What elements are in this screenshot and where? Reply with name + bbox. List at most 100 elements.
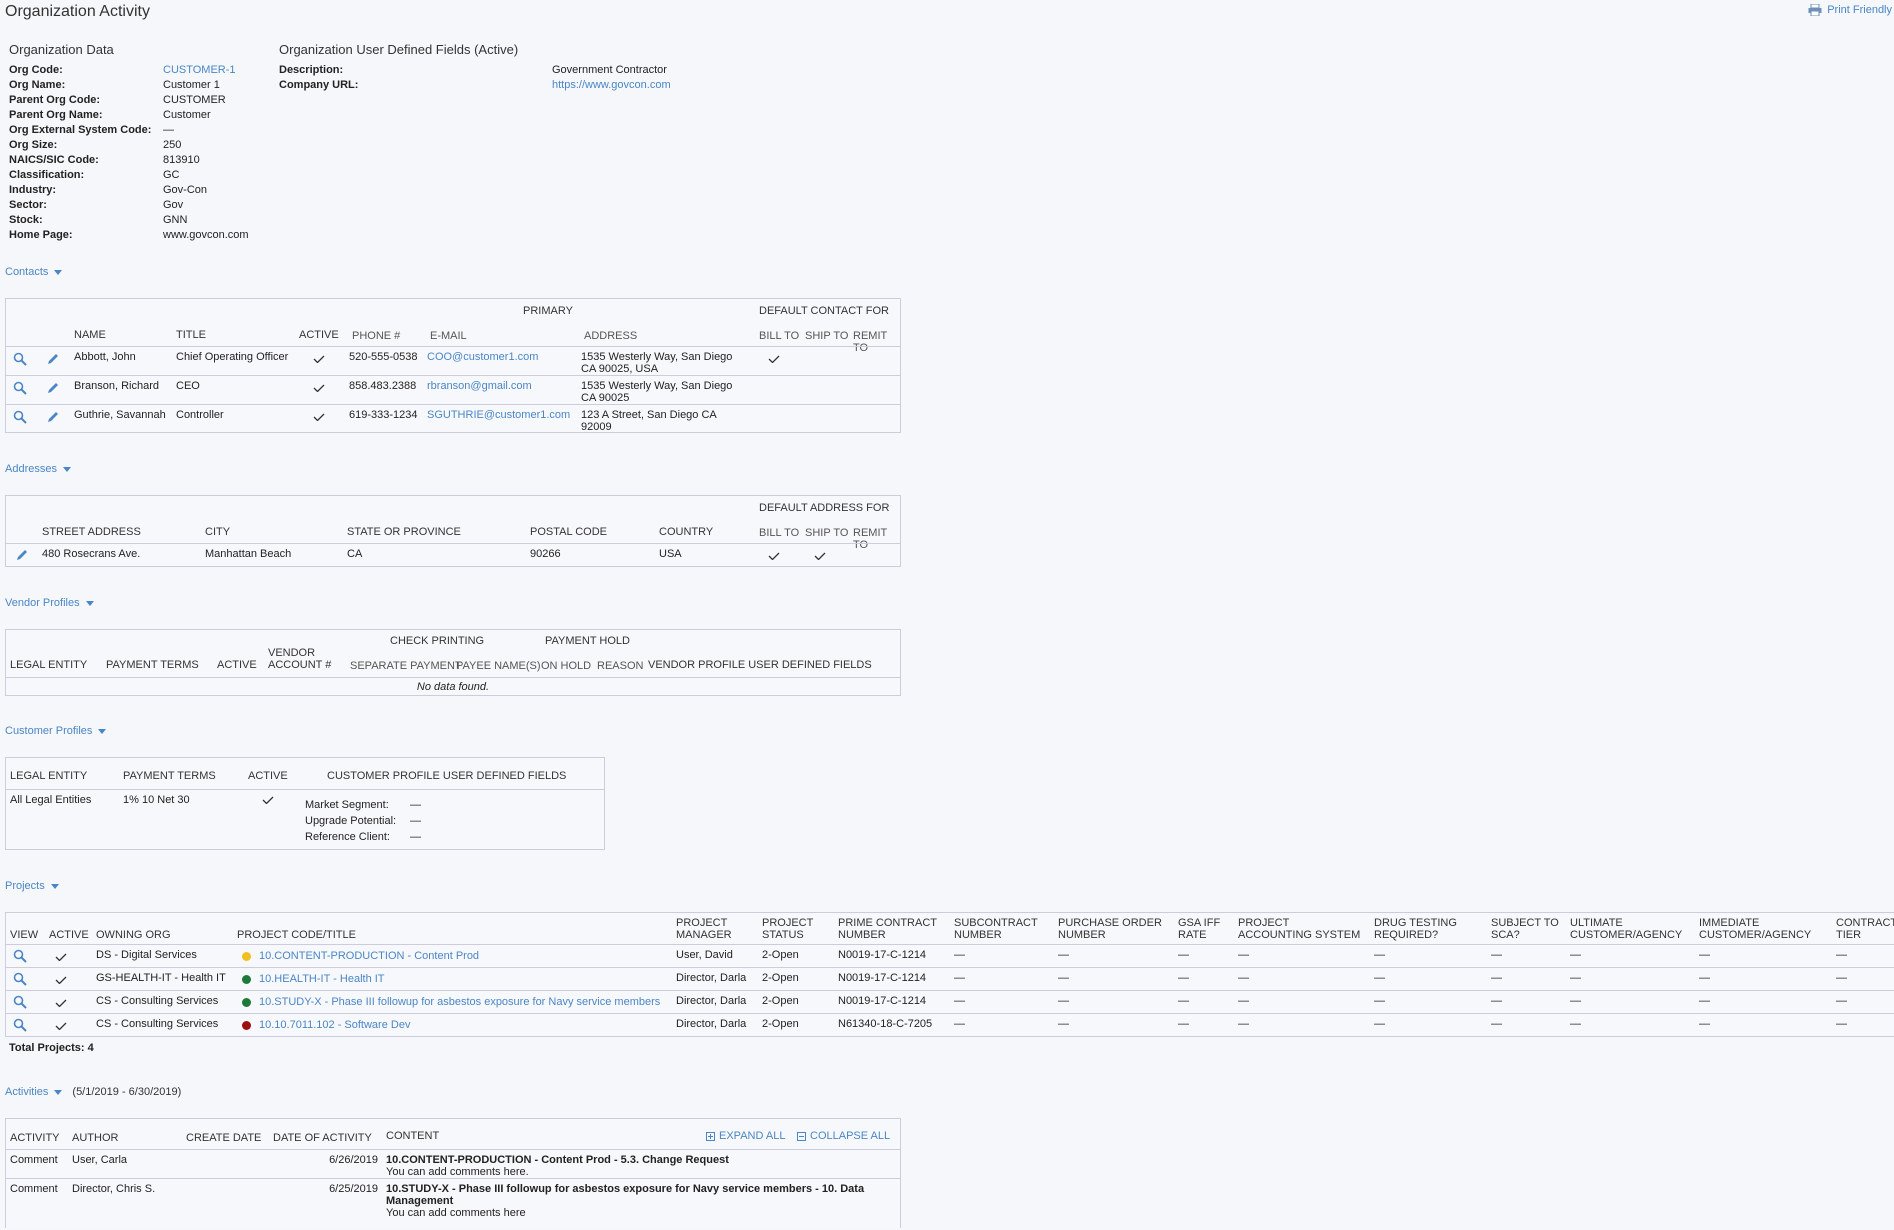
empty-value: — — [1178, 1018, 1189, 1030]
org-field-label: Industry: — [9, 184, 57, 196]
expand-all-button[interactable]: EXPAND ALL — [706, 1130, 785, 1142]
col-customer-udf: CUSTOMER PROFILE USER DEFINED FIELDS — [327, 770, 567, 782]
edit-icon[interactable] — [46, 381, 60, 395]
activity-row[interactable]: Comment Director, Chris S. 6/25/2019 10.… — [6, 1178, 900, 1230]
org-field-row: Stock: GNN — [9, 213, 269, 228]
collapse-all-button[interactable]: COLLAPSE ALL — [797, 1130, 890, 1142]
project-code-link[interactable]: 10.STUDY-X - Phase III followup for asbe… — [259, 996, 660, 1008]
empty-value: — — [1058, 1018, 1069, 1030]
project-code-link[interactable]: 10.HEALTH-IT - Health IT — [259, 973, 385, 985]
contact-email-link[interactable]: rbranson@gmail.com — [427, 380, 532, 392]
chevron-down-icon — [50, 883, 59, 889]
addresses-toggle[interactable]: Addresses — [5, 463, 71, 475]
col-legal-entity: LEGAL ENTITY — [10, 659, 88, 671]
col-drug-1: DRUG TESTING — [1374, 917, 1457, 929]
checkmark-icon — [313, 355, 325, 363]
project-manager: Director, Darla — [676, 1018, 747, 1030]
vendor-profiles-toggle[interactable]: Vendor Profiles — [5, 597, 94, 609]
addresses-table: DEFAULT ADDRESS FOR STREET ADDRESS CITY … — [5, 495, 901, 567]
col-activity: ACTIVITY — [10, 1132, 60, 1144]
org-data-list: Org Code: CUSTOMER-1 Org Name: Customer 1 … — [9, 63, 269, 243]
chevron-down-icon — [54, 1089, 63, 1095]
org-field-label: Org Name: — [9, 79, 66, 91]
org-field-row: Parent Org Name: Customer — [9, 108, 269, 123]
empty-value: — — [1699, 949, 1710, 961]
col-status-2: STATUS — [762, 929, 804, 941]
view-icon[interactable] — [13, 972, 27, 986]
view-icon[interactable] — [13, 352, 27, 366]
org-code-link[interactable]: CUSTOMER-1 — [163, 63, 236, 78]
prime-contract-number: N61340-18-C-7205 — [838, 1018, 933, 1030]
view-icon[interactable] — [13, 949, 27, 963]
col-sca-1: SUBJECT TO — [1491, 917, 1559, 929]
company-url-link[interactable]: https://www.govcon.com — [552, 78, 671, 93]
project-code-link[interactable]: 10.CONTENT-PRODUCTION - Content Prod — [259, 950, 479, 962]
print-friendly-label: Print Friendly — [1827, 4, 1892, 16]
col-ship-to: SHIP TO — [805, 330, 849, 342]
view-icon[interactable] — [13, 995, 27, 1009]
col-vendor-udf: VENDOR PROFILE USER DEFINED FIELDS — [648, 659, 872, 671]
col-po-1: PURCHASE ORDER — [1058, 917, 1162, 929]
org-field-value: GNN — [163, 214, 188, 226]
col-immediate-2: CUSTOMER/AGENCY — [1699, 929, 1812, 941]
prime-contract-number: N0019-17-C-1214 — [838, 949, 927, 961]
empty-value: — — [1570, 949, 1581, 961]
empty-value: — — [1178, 949, 1189, 961]
org-field-row: Org Size: 250 — [9, 138, 269, 153]
col-reason: REASON — [597, 660, 644, 672]
project-code-link[interactable]: 10.10.7011.102 - Software Dev — [259, 1019, 410, 1031]
projects-table: VIEW ACTIVE OWNING ORG PROJECT CODE/TITL… — [5, 912, 1894, 1037]
view-icon[interactable] — [13, 1018, 27, 1032]
col-ultimate-1: ULTIMATE — [1570, 917, 1623, 929]
org-field-value: Customer 1 — [163, 79, 220, 91]
empty-value: — — [1491, 949, 1502, 961]
org-data-heading: Organization Data — [9, 42, 114, 57]
activities-toggle[interactable]: Activities (5/1/2019 - 6/30/2019) — [5, 1086, 181, 1098]
activity-row[interactable]: Comment User, Carla 6/26/2019 10.CONTENT… — [6, 1149, 900, 1179]
checkmark-icon — [814, 552, 826, 560]
project-status: 2-Open — [762, 995, 799, 1007]
udf-value: — — [410, 831, 421, 843]
activities-table: ACTIVITY AUTHOR CREATE DATE DATE OF ACTI… — [5, 1118, 901, 1228]
contact-name: Abbott, John — [74, 351, 136, 363]
empty-value: — — [1058, 995, 1069, 1007]
contact-email-link[interactable]: COO@customer1.com — [427, 351, 538, 363]
chevron-down-icon — [98, 728, 107, 734]
udf-field-value: Government Contractor — [552, 64, 667, 76]
empty-value: — — [1178, 972, 1189, 984]
contact-phone: 520-555-0538 — [349, 351, 418, 363]
contact-email-link[interactable]: SGUTHRIE@customer1.com — [427, 409, 570, 421]
org-field-label: NAICS/SIC Code: — [9, 154, 99, 166]
empty-value: — — [1178, 995, 1189, 1007]
edit-icon[interactable] — [46, 352, 60, 366]
col-owning-org: OWNING ORG — [96, 929, 171, 941]
view-icon[interactable] — [13, 410, 27, 424]
edit-icon[interactable] — [15, 548, 29, 562]
checkmark-icon — [313, 413, 325, 421]
col-payment-terms: PAYMENT TERMS — [123, 770, 216, 782]
activity-title: 10.CONTENT-PRODUCTION - Content Prod - 5… — [386, 1154, 729, 1166]
checkmark-icon — [313, 384, 325, 392]
view-icon[interactable] — [13, 381, 27, 395]
empty-value: — — [1836, 1018, 1847, 1030]
col-separate-payment: SEPARATE PAYMENT — [350, 660, 462, 672]
org-field-row: Org External System Code: — — [9, 123, 269, 138]
edit-icon[interactable] — [46, 410, 60, 424]
org-field-value: GC — [163, 169, 180, 181]
empty-value: — — [1491, 995, 1502, 1007]
checkmark-icon — [55, 976, 67, 984]
contact-address-line2: 92009 — [581, 421, 612, 433]
org-field-label: Sector: — [9, 199, 47, 211]
projects-toggle-label: Projects — [5, 880, 45, 892]
print-friendly-link[interactable]: Print Friendly — [1808, 4, 1892, 16]
contacts-toggle[interactable]: Contacts — [5, 266, 63, 278]
prime-contract-number: N0019-17-C-1214 — [838, 972, 927, 984]
empty-value: — — [1699, 1018, 1710, 1030]
org-field-row: Home Page: www.govcon.com — [9, 228, 269, 243]
plus-box-icon — [706, 1131, 715, 1141]
customer-profiles-toggle[interactable]: Customer Profiles — [5, 725, 107, 737]
project-status: 2-Open — [762, 949, 799, 961]
checkmark-icon — [55, 999, 67, 1007]
projects-toggle[interactable]: Projects — [5, 880, 59, 892]
empty-value: — — [1374, 1018, 1385, 1030]
